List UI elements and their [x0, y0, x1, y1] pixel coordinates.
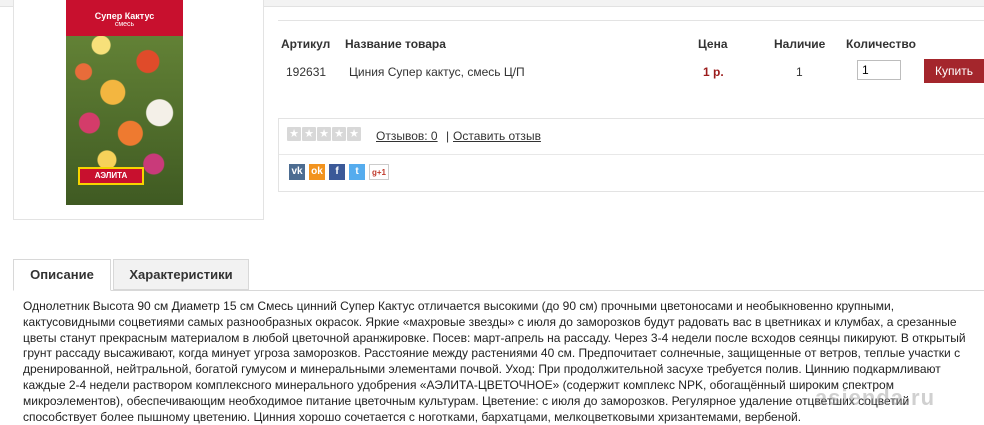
tab-characteristics[interactable]: Характеристики — [113, 259, 249, 290]
facebook-icon[interactable]: f — [329, 164, 345, 180]
quantity-input[interactable] — [857, 60, 901, 80]
header-name: Название товара — [345, 37, 446, 51]
header-stock: Наличие — [774, 37, 826, 51]
star-icon[interactable]: ★ — [287, 127, 301, 141]
pack-logo: АЭЛИТА — [78, 167, 144, 185]
reviews-count-link[interactable]: Отзывов: 0 — [376, 129, 438, 143]
google-plus-icon[interactable]: g+1 — [369, 164, 389, 180]
watermark: asienda.ru — [815, 385, 936, 410]
review-divider — [279, 154, 984, 155]
leave-review-link[interactable]: Оставить отзыв — [453, 129, 541, 143]
header-price: Цена — [698, 37, 728, 51]
vk-icon[interactable]: vk — [289, 164, 305, 180]
pack-subtitle: смесь — [114, 21, 135, 28]
tab-description[interactable]: Описание — [13, 259, 111, 291]
reviews-separator: | — [446, 129, 450, 143]
twitter-icon[interactable]: t — [349, 164, 365, 180]
cell-stock: 1 — [796, 65, 803, 79]
header-quantity: Количество — [846, 37, 916, 51]
pack-title: Супер Кактус — [94, 11, 155, 21]
review-panel: ★ ★ ★ ★ ★ Отзывов: 0 | Оставить отзыв vk… — [278, 118, 984, 192]
rating-stars[interactable]: ★ ★ ★ ★ ★ — [287, 127, 361, 141]
cell-article: 192631 — [286, 65, 327, 79]
share-buttons: vk ok f t g+1 — [289, 164, 389, 180]
header-article: Артикул — [281, 37, 331, 51]
odnoklassniki-icon[interactable]: ok — [309, 164, 325, 180]
product-image[interactable]: Супер Кактус смесь АЭЛИТА — [66, 0, 183, 205]
cell-price: 1 р. — [703, 65, 724, 79]
star-icon[interactable]: ★ — [332, 127, 346, 141]
star-icon[interactable]: ★ — [347, 127, 361, 141]
star-icon[interactable]: ★ — [302, 127, 316, 141]
cell-product-name: Циния Супер кактус, смесь Ц/П — [349, 65, 525, 79]
buy-button[interactable]: Купить — [924, 59, 984, 83]
table-top-border — [278, 20, 984, 21]
tabs-baseline — [13, 290, 984, 291]
pack-header: Супер Кактус смесь — [66, 0, 183, 36]
star-icon[interactable]: ★ — [317, 127, 331, 141]
